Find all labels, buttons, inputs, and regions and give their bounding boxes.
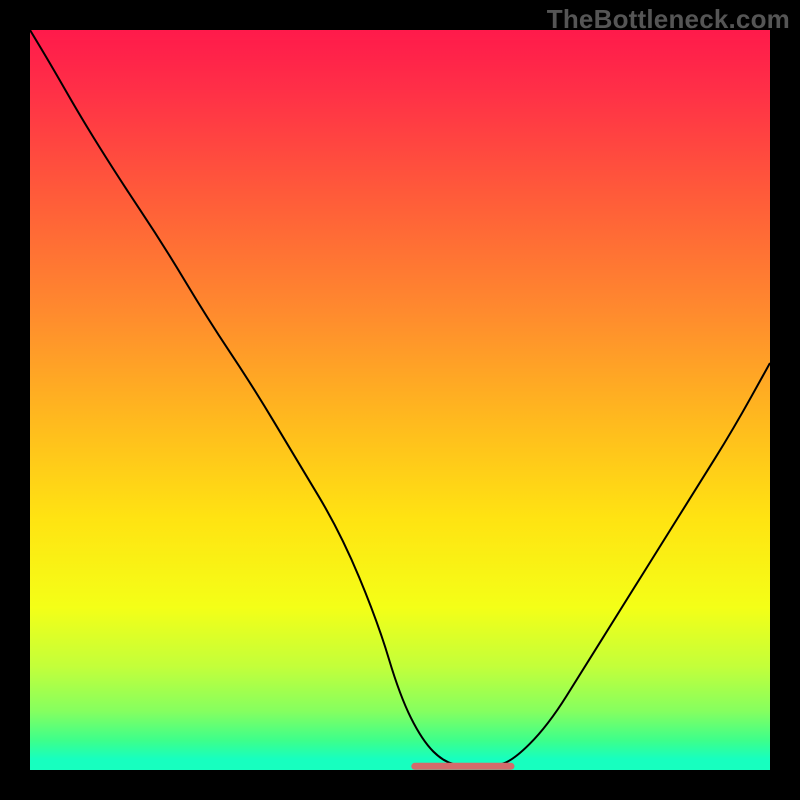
curve-layer [30, 30, 770, 770]
bottleneck-curve [30, 30, 770, 766]
plot-area [30, 30, 770, 770]
chart-frame: TheBottleneck.com [0, 0, 800, 800]
